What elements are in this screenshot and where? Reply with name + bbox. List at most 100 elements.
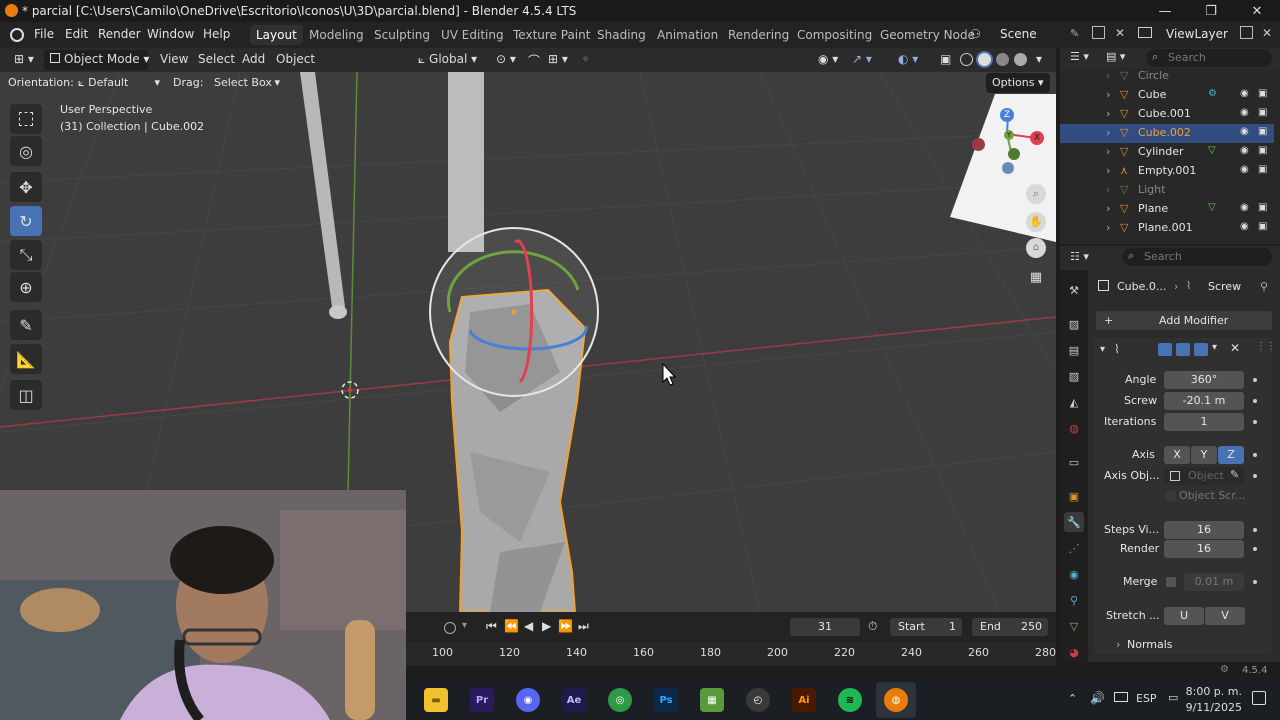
spotify-icon[interactable]: ≋ [838, 688, 862, 712]
camera-render-icon[interactable]: ▣ [1258, 164, 1267, 175]
illustrator-icon[interactable]: Ai [792, 688, 816, 712]
expand-chevron-icon[interactable]: › [1106, 183, 1110, 196]
screw-field[interactable]: -20.1 m [1164, 392, 1244, 410]
camera-view-icon[interactable]: ⌂ [1026, 238, 1046, 258]
drag-selector[interactable]: Select Box ▾ [208, 74, 284, 92]
premiere-icon[interactable]: Pr [470, 688, 494, 712]
pin-icon[interactable]: ⚲ [1260, 280, 1268, 293]
workspace-tab-layout[interactable]: Layout [250, 25, 303, 45]
play-icon[interactable]: ▶ [542, 619, 551, 633]
output-tab-icon[interactable]: ▤ [1064, 340, 1084, 360]
after-effects-icon[interactable]: Ae [562, 688, 586, 712]
nav-gizmo-x[interactable]: X [1030, 131, 1044, 145]
blender-taskbar-icon[interactable]: ◍ [884, 688, 908, 712]
display-icon[interactable] [1114, 692, 1128, 702]
camera-render-icon[interactable]: ▣ [1258, 88, 1267, 99]
eye-icon[interactable]: ◉ [1240, 164, 1249, 175]
camera-render-icon[interactable]: ▣ [1258, 221, 1267, 232]
angle-field[interactable]: 360° [1164, 371, 1244, 389]
keyframe-dot[interactable] [1253, 547, 1257, 551]
material-tab-icon[interactable]: ◕ [1064, 642, 1084, 662]
zoom-view-icon[interactable]: ⌕ [1026, 184, 1046, 204]
properties-editor-type-icon[interactable]: ☷ ▾ [1070, 250, 1089, 263]
show-hidden-icons-chevron[interactable]: ⌃ [1068, 692, 1077, 705]
render-toggle-icon[interactable] [1194, 343, 1208, 356]
options-dropdown[interactable]: Options ▾ [986, 73, 1050, 93]
jump-keyframe-forward-icon[interactable]: ⏩ [558, 619, 573, 633]
keying-chevron-icon[interactable]: ▾ [462, 620, 467, 631]
normals-chevron-icon[interactable]: › [1116, 638, 1120, 651]
modifier-tab-icon[interactable]: 🔧 [1064, 512, 1084, 532]
rotate-tool[interactable]: ↻ [10, 206, 42, 236]
modifier-menu-chevron-icon[interactable]: ▾ [1212, 342, 1217, 353]
eye-icon[interactable]: ◉ [1240, 221, 1249, 232]
scene-tab-icon[interactable]: ◭ [1064, 392, 1084, 412]
workspace-tab-geometry-nodes[interactable]: Geometry Node [874, 25, 981, 45]
add-cube-tool[interactable]: ◫ [10, 380, 42, 410]
workspace-tab-rendering[interactable]: Rendering [722, 25, 795, 45]
eye-icon[interactable]: ◉ [1240, 88, 1249, 99]
modifier-icon[interactable]: ⚙ [1208, 88, 1217, 99]
volume-icon[interactable]: 🔊 [1090, 691, 1105, 705]
scene-name[interactable]: Scene [1000, 27, 1037, 41]
blender-menu-icon[interactable] [10, 28, 24, 42]
view-layer-tab-icon[interactable]: ▧ [1064, 366, 1084, 386]
proportional-edit-icon[interactable]: ◦ [576, 50, 595, 70]
viewport-display-toggle-icon[interactable] [1176, 343, 1190, 356]
transform-tool[interactable]: ⊕ [10, 272, 42, 302]
ortho-toggle-icon[interactable]: ▦ [1026, 268, 1046, 288]
camera-render-icon[interactable]: ▣ [1258, 145, 1267, 156]
keyframe-record-icon[interactable] [444, 622, 456, 634]
menu-select[interactable]: Select [192, 50, 241, 70]
photoshop-icon[interactable]: Ps [654, 688, 678, 712]
keyframe-dot[interactable] [1253, 420, 1257, 424]
current-frame-field[interactable]: 31 [790, 618, 860, 636]
clock-time[interactable]: 8:00 p. m. [1172, 685, 1242, 698]
object-screw-checkbox[interactable] [1166, 491, 1176, 501]
gizmo-toggle-icon[interactable]: ↗ ▾ [846, 50, 878, 70]
stretch-v-button[interactable]: V [1205, 607, 1245, 625]
constraints-tab-icon[interactable]: ⚲ [1064, 590, 1084, 610]
add-modifier-button[interactable]: + Add Modifier [1096, 311, 1272, 330]
workspace-tab-compositing[interactable]: Compositing [791, 25, 878, 45]
measure-tool[interactable]: 📐 [10, 344, 42, 374]
pivot-point-icon[interactable]: ⊙ ▾ [490, 50, 522, 70]
viewlayer-delete-icon[interactable]: ✕ [1262, 26, 1272, 40]
cursor-tool[interactable]: ◎ [10, 136, 42, 166]
outliner-display-mode-icon[interactable]: ▤ ▾ [1106, 50, 1125, 63]
language-indicator[interactable]: ESP [1136, 692, 1157, 705]
start-frame-field[interactable]: Start 1 [890, 618, 962, 636]
maximize-button[interactable]: ❐ [1188, 0, 1234, 22]
stretch-u-button[interactable]: U [1164, 607, 1204, 625]
expand-chevron-icon[interactable]: › [1106, 202, 1110, 215]
jump-keyframe-back-icon[interactable]: ⏪ [504, 619, 519, 633]
expand-chevron-icon[interactable]: › [1106, 107, 1110, 120]
camera-render-icon[interactable]: ▣ [1258, 107, 1267, 118]
preview-range-icon[interactable]: ⏱ [868, 619, 877, 634]
jump-start-icon[interactable]: ⏮ [486, 619, 497, 634]
scene-pin-icon[interactable]: ✎ [1070, 27, 1079, 40]
nav-gizmo-neg-z[interactable] [1002, 162, 1014, 174]
keyframe-dot[interactable] [1253, 378, 1257, 382]
keyframe-dot[interactable] [1253, 399, 1257, 403]
workspace-tab-animation[interactable]: Animation [651, 25, 724, 45]
expand-chevron-icon[interactable]: › [1106, 126, 1110, 139]
nav-gizmo-z[interactable]: Z [1000, 108, 1014, 122]
outliner-search-field[interactable]: ⌕ Search [1146, 49, 1272, 67]
keyframe-dot[interactable] [1253, 453, 1257, 457]
nav-gizmo-y[interactable]: Y [1004, 130, 1014, 140]
workspace-tab-sculpting[interactable]: Sculpting [368, 25, 436, 45]
workspace-tab-uv-editing[interactable]: UV Editing [435, 25, 510, 45]
iterations-field[interactable]: 1 [1164, 413, 1244, 431]
render-tab-icon[interactable]: ▨ [1064, 314, 1084, 334]
menu-add[interactable]: Add [236, 50, 271, 70]
data-tab-icon[interactable]: ▽ [1064, 616, 1084, 636]
properties-search-field[interactable]: ⌕ Search [1122, 248, 1272, 266]
remove-modifier-icon[interactable]: ✕ [1230, 341, 1240, 355]
keyframe-dot[interactable] [1253, 528, 1257, 532]
merge-distance-field[interactable]: 0.01 m [1184, 573, 1244, 591]
tool-tab-icon[interactable]: ⚒ [1064, 280, 1084, 300]
normals-subpanel[interactable]: Normals [1127, 638, 1173, 651]
edit-mode-toggle-icon[interactable] [1158, 343, 1172, 356]
menu-edit[interactable]: Edit [65, 27, 88, 41]
